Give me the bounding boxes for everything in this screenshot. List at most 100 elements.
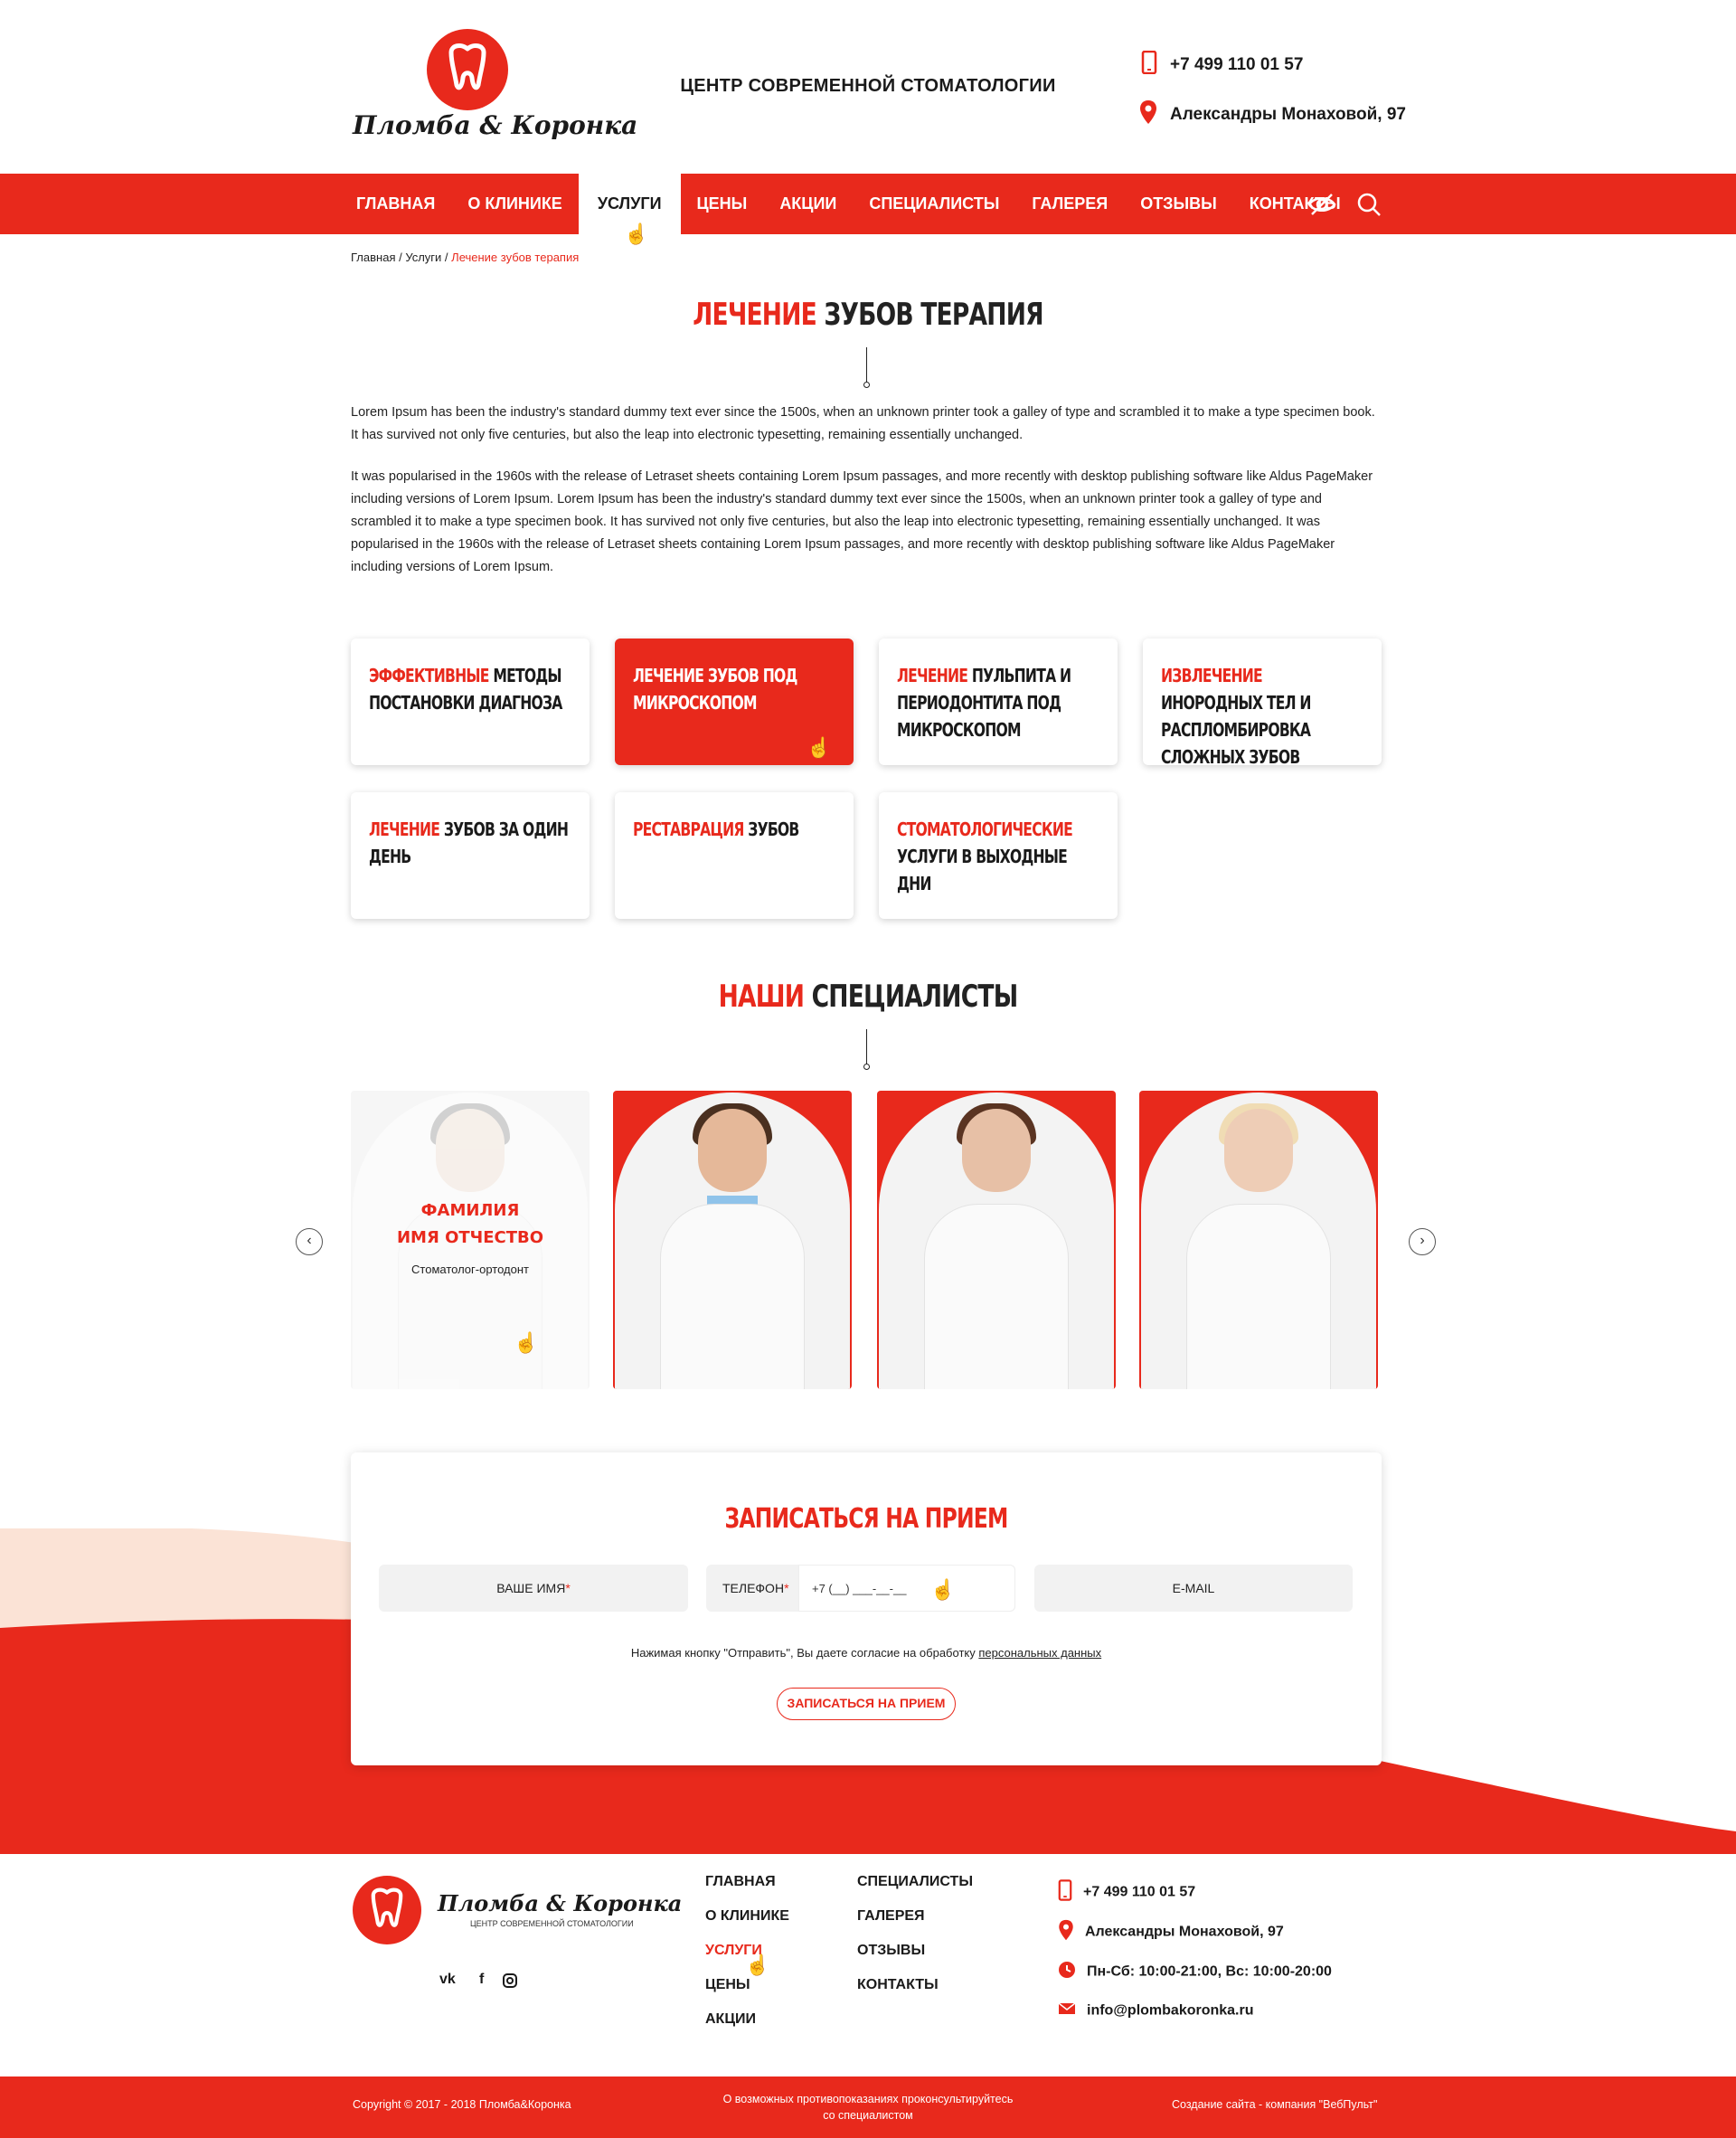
coat [660, 1204, 805, 1389]
footer-menu-item[interactable]: ГАЛЕРЕЯ [857, 1908, 925, 1925]
phone-input[interactable]: +7 (__) ___-__-__ [798, 1565, 1015, 1612]
service-card[interactable]: ЭФФЕКТИВНЫЕ МЕТОДЫ ПОСТАНОВКИ ДИАГНОЗА [351, 639, 590, 765]
specialist-photo [660, 1103, 805, 1389]
footer-address-text: Александры Монаховой, 97 [1085, 1924, 1284, 1940]
service-card-title-rest: ЗУБОВ [743, 818, 799, 840]
service-card-title: ЛЕЧЕНИЕ ЗУБОВ ЗА ОДИН ДЕНЬ [369, 816, 573, 870]
service-card[interactable]: СТОМАТОЛОГИЧЕСКИЕ УСЛУГИ В ВЫХОДНЫЕ ДНИ [879, 792, 1118, 919]
nav-item[interactable]: АКЦИИ [763, 174, 853, 234]
specialist-card[interactable] [877, 1091, 1116, 1389]
face [436, 1109, 505, 1192]
service-card-title-highlight: СТОМАТОЛОГИЧЕСКИЕ [897, 818, 1073, 840]
service-card[interactable]: ИЗВЛЕЧЕНИЕ ИНОРОДНЫХ ТЕЛ И РАСПЛОМБИРОВК… [1143, 639, 1382, 768]
service-card[interactable]: ЛЕЧЕНИЕ ПУЛЬПИТА И ПЕРИОДОНТИТА ПОД МИКР… [879, 639, 1118, 765]
footer-tagline: ЦЕНТР СОВРЕМЕННОЙ СТОМАТОЛОГИИ [470, 1919, 634, 1928]
breadcrumb-section[interactable]: Услуги [405, 251, 441, 264]
divider-line [866, 1029, 867, 1065]
breadcrumb-home[interactable]: Главная [351, 251, 395, 264]
email-field[interactable]: E-MAIL [1034, 1565, 1353, 1612]
carousel-prev-button[interactable]: ‹ [296, 1228, 323, 1255]
main-nav: ГЛАВНАЯ О КЛИНИКЕ УСЛУГИ ЦЕНЫ АКЦИИ СПЕЦИАЛИС… [0, 174, 1736, 234]
footer-hours-text: Пн-Сб: 10:00-21:00, Вс: 10:00-20:00 [1087, 1963, 1332, 1980]
hand-cursor-icon: ☝ [745, 1954, 770, 1976]
footer-phone-text: +7 499 110 01 57 [1083, 1884, 1196, 1900]
service-card-title-rest: УСЛУГИ В ВЫХОДНЫЕ ДНИ [897, 846, 1068, 894]
submit-booking-button[interactable]: ЗАПИСАТЬСЯ НА ПРИЕМ [777, 1688, 956, 1720]
footer-menu-item[interactable]: ОТЗЫВЫ [857, 1943, 925, 1959]
service-card-title-highlight: ЛЕЧЕНИЕ [633, 665, 704, 686]
clock-icon [1058, 1961, 1076, 1983]
logo-text[interactable]: Пломба & Коронка [353, 110, 637, 140]
footer-menu-item[interactable]: СПЕЦИАЛИСТЫ [857, 1874, 973, 1890]
header-address-text: Александры Монаховой, 97 [1170, 105, 1406, 125]
specialist-card[interactable]: ФАМИЛИЯ ИМЯ ОТЧЕСТВО Стоматолог-ортодонт… [351, 1091, 590, 1389]
specialist-surname: ФАМИЛИЯ [420, 1201, 520, 1220]
divider-dot [863, 382, 870, 388]
service-card-title-highlight: РЕСТАВРАЦИЯ [633, 818, 744, 840]
name-field[interactable]: ВАШЕ ИМЯ* [379, 1565, 688, 1612]
footer-menu-item[interactable]: КОНТАКТЫ [857, 1977, 939, 1993]
service-card-title: СТОМАТОЛОГИЧЕСКИЕ УСЛУГИ В ВЫХОДНЫЕ ДНИ [897, 816, 1101, 897]
footer-logo-icon[interactable] [353, 1876, 421, 1944]
service-card[interactable]: РЕСТАВРАЦИЯ ЗУБОВ [615, 792, 854, 919]
specialist-card[interactable] [613, 1091, 852, 1389]
name-field-label: ВАШЕ ИМЯ [496, 1581, 566, 1595]
carousel-next-button[interactable]: › [1409, 1228, 1436, 1255]
page-title: ЛЕЧЕНИЕ ЗУБОВ ТЕРАПИЯ [191, 297, 1545, 333]
instagram-icon[interactable] [503, 1973, 517, 1992]
face [962, 1109, 1031, 1192]
footer-address: Александры Монаховой, 97 [1058, 1919, 1284, 1945]
phone-icon [1141, 50, 1157, 80]
face [698, 1109, 767, 1192]
facebook-icon[interactable]: f [479, 1972, 484, 1988]
hand-cursor-icon: ☝ [514, 1331, 539, 1354]
hand-cursor-icon: ☝ [807, 736, 832, 759]
service-card-title: ЛЕЧЕНИЕ ПУЛЬПИТА И ПЕРИОДОНТИТА ПОД МИКР… [897, 662, 1101, 743]
eye-accessibility-icon[interactable] [1307, 192, 1336, 222]
nav-item[interactable]: ЦЕНЫ [681, 174, 764, 234]
vk-icon[interactable]: vk [439, 1972, 456, 1988]
specialist-role: Стоматолог-ортодонт [411, 1263, 529, 1276]
coat [1186, 1204, 1331, 1389]
nav-tools [1307, 192, 1382, 222]
location-pin-icon [1139, 99, 1157, 130]
specialist-name: ФАМИЛИЯ ИМЯ ОТЧЕСТВО [351, 1197, 590, 1252]
service-card-title-highlight: ЛЕЧЕНИЕ [369, 818, 440, 840]
personal-data-link[interactable]: персональных данных [978, 1646, 1101, 1660]
service-card-title: ЛЕЧЕНИЕ ЗУБОВ ПОД МИКРОСКОПОМ [633, 662, 837, 716]
header-phone[interactable]: +7 499 110 01 57 [1141, 50, 1303, 80]
breadcrumb: Главная / Услуги / Лечение зубов терапия [351, 251, 579, 264]
footer-bottom-bar: Copyright © 2017 - 2018 Пломба&Коронка О… [0, 2077, 1736, 2138]
footer-email-text: info@plombakoronka.ru [1087, 2002, 1254, 2019]
consent-label: Нажимая кнопку "Отправить", Вы даете сог… [630, 1646, 979, 1660]
footer-email[interactable]: info@plombakoronka.ru [1058, 2002, 1254, 2020]
intro-paragraph-2: It was popularised in the 1960s with the… [351, 469, 1373, 574]
nav-item[interactable]: ГАЛЕРЕЯ [1015, 174, 1124, 234]
nav-item[interactable]: ГЛАВНАЯ [340, 174, 451, 234]
nav-item[interactable]: О КЛИНИКЕ [451, 174, 578, 234]
phone-field[interactable]: ТЕЛЕФОН* +7 (__) ___-__-__ ☝ [706, 1565, 1015, 1612]
hand-cursor-icon: ☝ [930, 1578, 956, 1601]
service-card-title-highlight: ЭФФЕКТИВНЫЕ [369, 665, 489, 686]
mail-icon [1058, 2002, 1076, 2020]
page-title-highlight: ЛЕЧЕНИЕ [693, 297, 817, 333]
required-mark: * [565, 1581, 571, 1595]
specialist-card[interactable] [1139, 1091, 1378, 1389]
footer-menu-item[interactable]: ЦЕНЫ [705, 1977, 750, 1993]
search-icon[interactable] [1356, 192, 1382, 222]
nav-item[interactable]: ОТЗЫВЫ [1124, 174, 1233, 234]
footer-menu-item[interactable]: О КЛИНИКЕ [705, 1908, 789, 1925]
footer-menu-item[interactable]: ГЛАВНАЯ [705, 1874, 776, 1890]
service-card[interactable]: ЛЕЧЕНИЕ ЗУБОВ ЗА ОДИН ДЕНЬ [351, 792, 590, 919]
footer-menu-item[interactable]: АКЦИИ [705, 2011, 756, 2028]
booking-title: ЗАПИСАТЬСЯ НА ПРИЕМ [724, 1503, 1009, 1535]
footer-phone[interactable]: +7 499 110 01 57 [1058, 1879, 1195, 1906]
specialist-photo [1186, 1103, 1331, 1389]
logo-tooth-icon[interactable] [427, 29, 508, 110]
site-credits[interactable]: Создание сайта - компания "ВебПульт" [1172, 2098, 1377, 2111]
location-pin-icon [1058, 1919, 1074, 1945]
required-mark: * [784, 1581, 789, 1595]
nav-item[interactable]: СПЕЦИАЛИСТЫ [853, 174, 1015, 234]
footer-logo-text[interactable]: Пломба & Коронка [438, 1890, 682, 1916]
intro-paragraph-1: Lorem Ipsum has been the industry's stan… [351, 405, 1375, 442]
